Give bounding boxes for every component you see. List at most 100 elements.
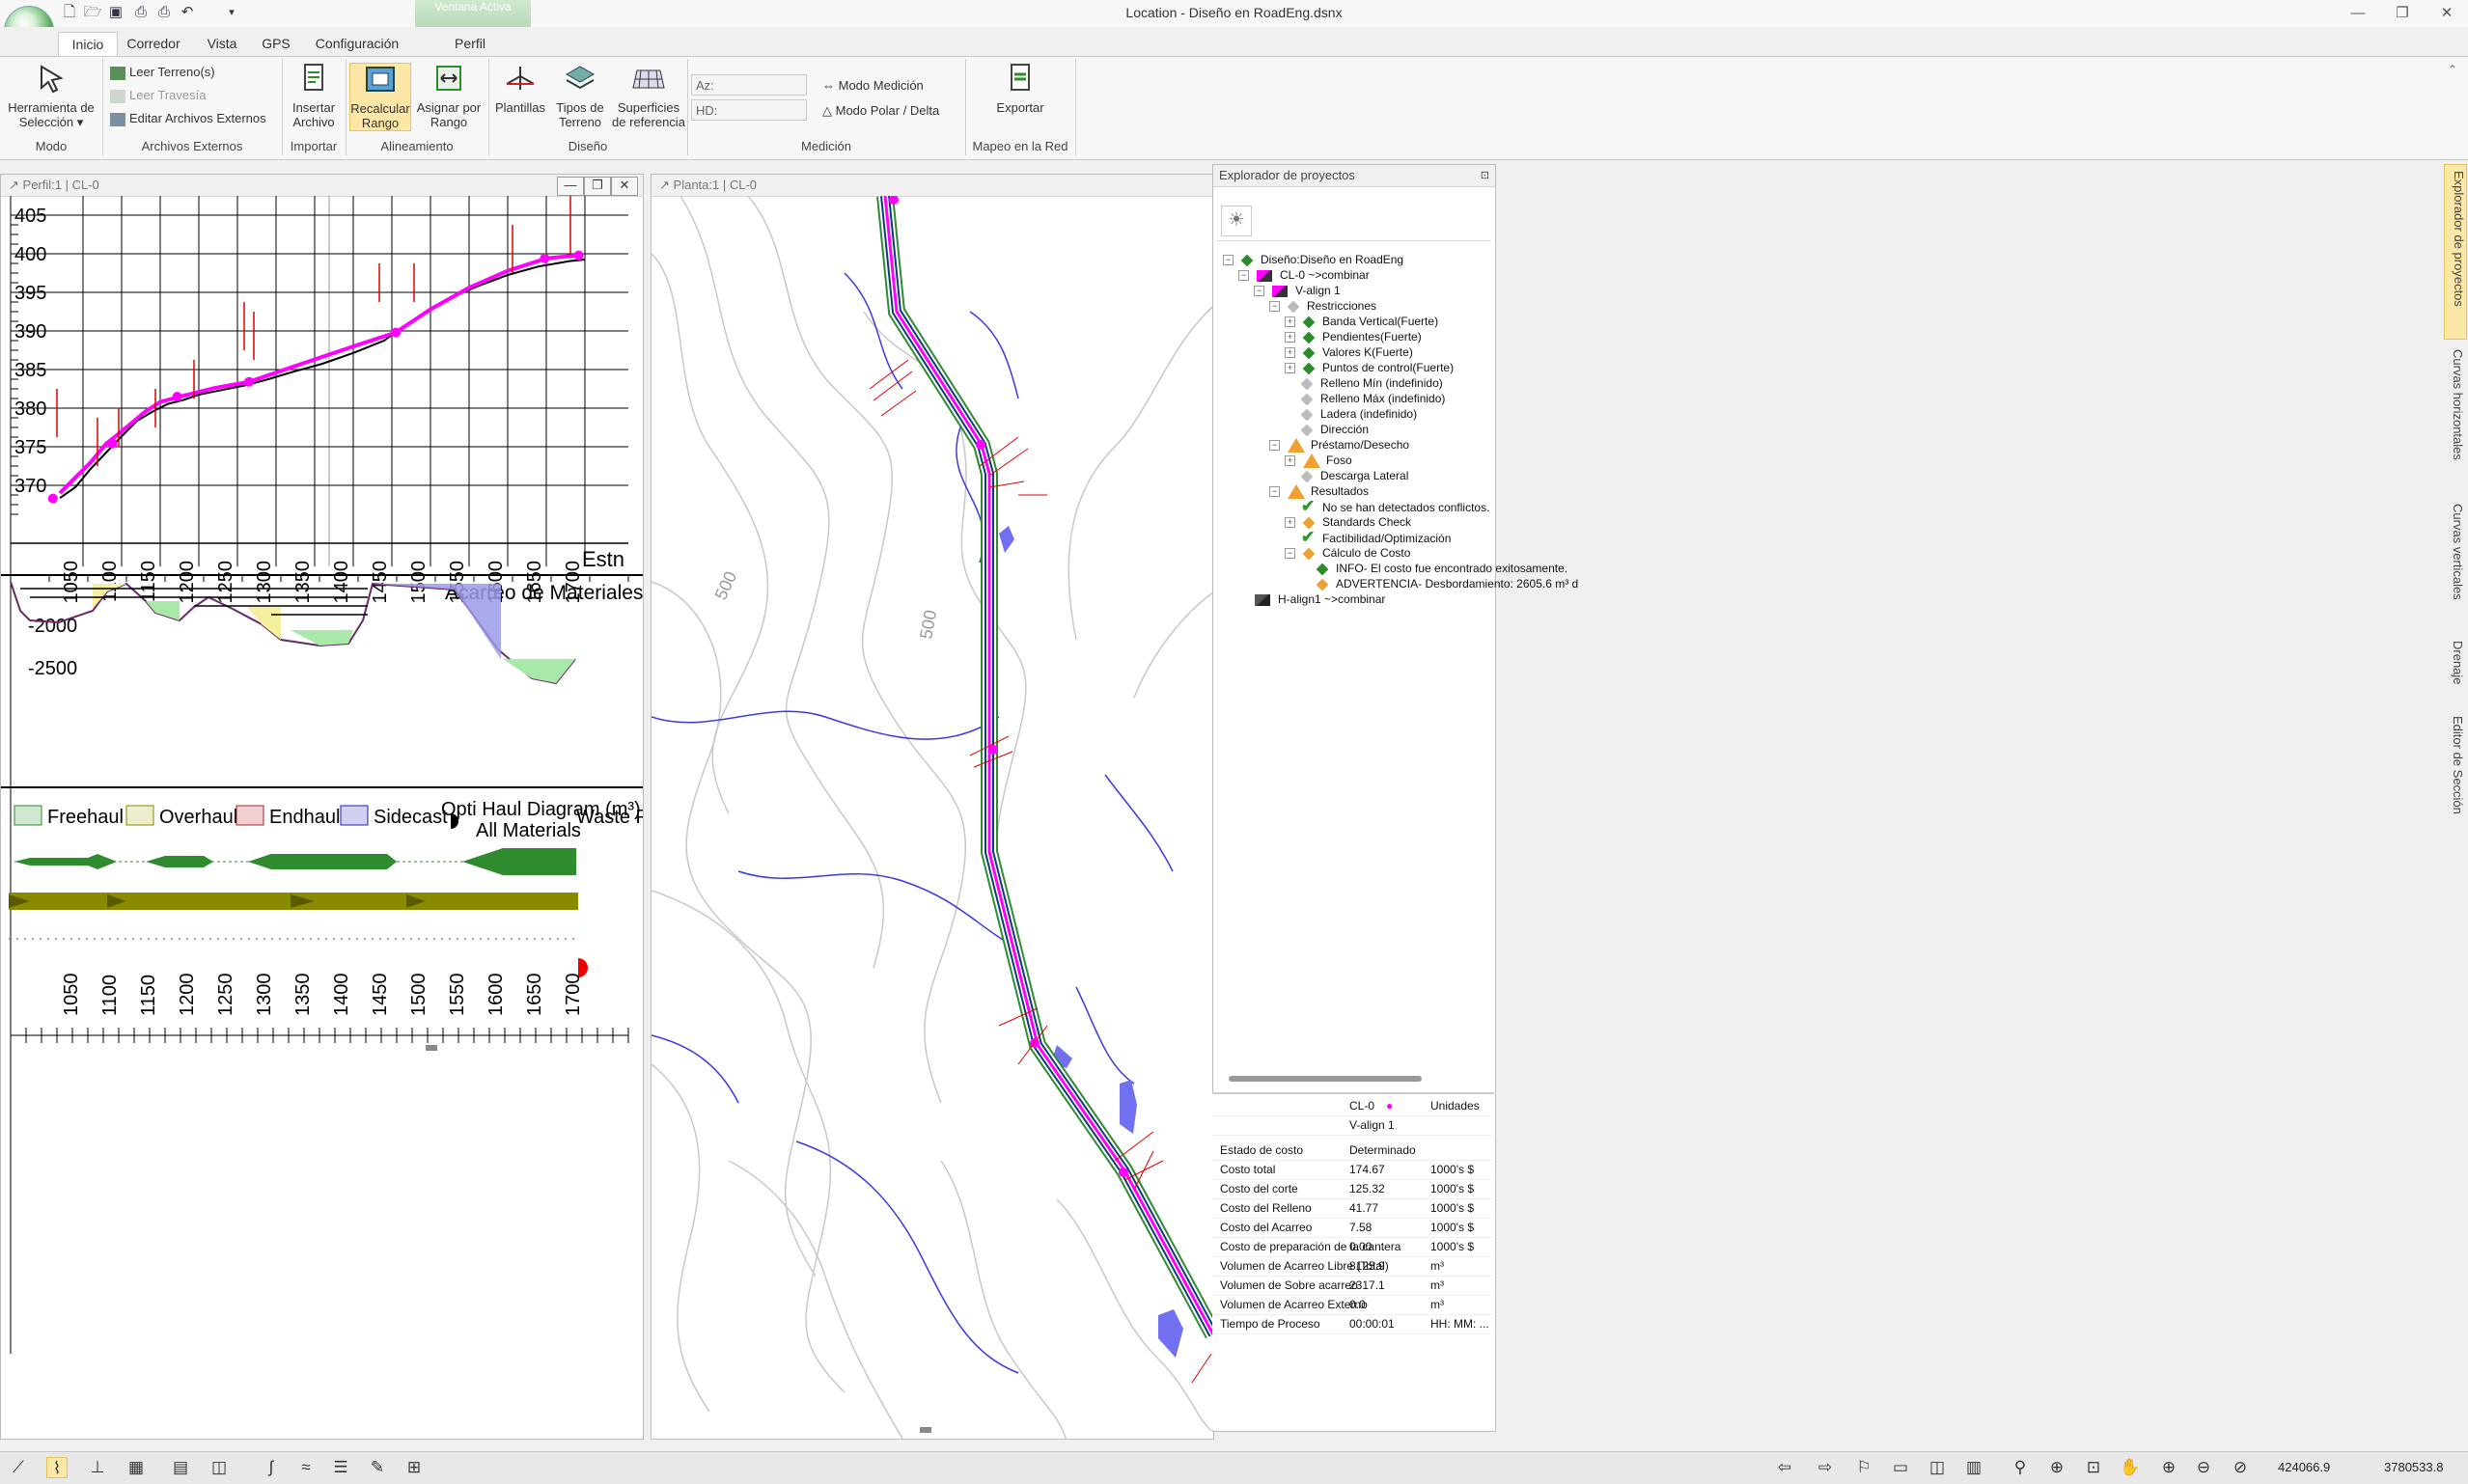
property-row[interactable]: Volumen de Sobre acarreo 2317.1 m³ xyxy=(1212,1276,1492,1296)
property-row[interactable]: Costo de preparación de la cantera 0.00 10… xyxy=(1212,1237,1492,1257)
new-file-icon[interactable]: 🗋 xyxy=(60,3,79,22)
explorer-hscroll[interactable] xyxy=(1229,1076,1422,1082)
insertar-archivo-button[interactable]: Insertar Archivo xyxy=(286,63,342,129)
restore-icon[interactable]: ❐ xyxy=(2380,0,2425,27)
tree-node[interactable]: ADVERTENCIA- Desbordamiento: 2605.6 m³ d xyxy=(1300,576,1578,591)
tree-node[interactable]: + Foso xyxy=(1285,453,1352,469)
profile-maximize-button[interactable]: ❐ xyxy=(584,177,611,196)
property-row[interactable]: Estado de costo Determinado xyxy=(1212,1140,1492,1161)
flag-icon[interactable]: ⚐ xyxy=(1853,1457,1874,1478)
zoom-extent-icon[interactable]: ⊕ xyxy=(2046,1457,2067,1478)
expand-icon[interactable]: + xyxy=(1285,347,1295,359)
print-preview-icon[interactable]: ⎙ xyxy=(154,3,174,22)
zoom-previous-icon[interactable]: ⊘ xyxy=(2230,1457,2251,1478)
tab-gps[interactable]: GPS xyxy=(253,32,299,55)
az-field[interactable]: Az: xyxy=(691,74,807,96)
cube-icon[interactable]: ◫ xyxy=(208,1457,230,1478)
collapse-icon[interactable]: − xyxy=(1254,286,1264,297)
vertical-pi-point[interactable] xyxy=(573,250,584,261)
tree-node[interactable]: Relleno Máx (indefinido) xyxy=(1285,391,1445,406)
layers-icon[interactable]: ▤ xyxy=(170,1457,191,1478)
plantillas-button[interactable]: Plantillas xyxy=(492,63,548,115)
modo-polar-button[interactable]: △ Modo Polar / Delta xyxy=(822,101,939,121)
tab-vista[interactable]: Vista xyxy=(193,32,251,55)
vertical-pi-point[interactable] xyxy=(47,493,58,504)
tree-node[interactable]: ✔ No se han detectados conflictos. xyxy=(1285,498,1489,515)
forward-icon[interactable]: ⇨ xyxy=(1815,1457,1836,1478)
exportar-button[interactable]: Exportar xyxy=(984,63,1056,115)
zoom-out-icon[interactable]: ⊖ xyxy=(2193,1457,2214,1478)
network-icon[interactable]: ⊞ xyxy=(403,1457,425,1478)
split-icon[interactable]: ◫ xyxy=(1927,1457,1948,1478)
undo-icon[interactable]: ↶ xyxy=(178,3,197,22)
section-tool-icon[interactable]: ⊥ xyxy=(87,1457,108,1478)
superficies-button[interactable]: Superficies de referencia xyxy=(612,63,685,129)
profile-chart[interactable]: 405 400 395 390 385 380 375 370 1050 1100 1150 120… xyxy=(1,196,643,1439)
plan-scroll-thumb[interactable] xyxy=(920,1427,931,1433)
grid-icon[interactable]: ▦ xyxy=(125,1457,147,1478)
tree-node[interactable]: H-align1 ~>combinar xyxy=(1238,591,1385,607)
modo-medicion-button[interactable]: ⇔ Modo Medición xyxy=(822,76,924,96)
profile-minimize-button[interactable]: — xyxy=(557,177,584,196)
collapse-ribbon-icon[interactable]: ⌃ xyxy=(2448,63,2457,76)
expand-icon[interactable]: + xyxy=(1285,455,1295,467)
tree-node[interactable]: − Cálculo de Costo xyxy=(1285,545,1410,561)
tipos-terreno-button[interactable]: Tipos de Terreno xyxy=(548,63,612,129)
collapse-icon[interactable]: − xyxy=(1269,301,1280,313)
tree-node[interactable]: + Puntos de control(Fuerte) xyxy=(1285,360,1454,375)
close-icon[interactable]: ✕ xyxy=(2425,0,2468,27)
profile-tool-icon[interactable]: ⌇ xyxy=(46,1457,68,1478)
tree-node[interactable]: − CL-0 ~>combinar xyxy=(1238,267,1370,283)
vertical-pi-point[interactable] xyxy=(172,392,182,401)
plan-window[interactable]: ↗ Planta:1 | CL-0 500 500 xyxy=(651,174,1214,1440)
leer-travesia-button[interactable]: Leer Travesía xyxy=(110,86,207,105)
recalcular-rango-button[interactable]: Recalcular Rango xyxy=(349,63,411,131)
sun-shade-icon[interactable]: ☀ xyxy=(1221,206,1252,236)
pan-hand-icon[interactable]: ✋ xyxy=(2120,1457,2141,1478)
save-icon[interactable]: ▣ xyxy=(106,3,125,22)
print-icon[interactable]: ⎙ xyxy=(131,3,151,22)
profile-window[interactable]: ↗ Perfil:1 | CL-0 — ❐ ✕ 405 400 395 390 385 3… xyxy=(0,174,644,1440)
minimize-icon[interactable]: — xyxy=(2336,0,2380,27)
tree-node[interactable]: Descarga Lateral xyxy=(1285,468,1408,483)
vertical-pi-point[interactable] xyxy=(540,253,550,263)
leer-terreno-button[interactable]: Leer Terreno(s) xyxy=(110,63,215,82)
tree-node[interactable]: Dirección xyxy=(1285,422,1369,437)
lock-icon[interactable]: ⊡ xyxy=(2083,1457,2104,1478)
selection-tool-button[interactable]: Herramienta de Selección ▾ xyxy=(6,63,97,129)
pencil-icon[interactable]: ✎ xyxy=(367,1457,388,1478)
sidetab-drenaje[interactable]: Drenaje xyxy=(2444,635,2465,702)
back-icon[interactable]: ⇦ xyxy=(1774,1457,1795,1478)
property-row[interactable]: Costo del Relleno 41.77 1000's $ xyxy=(1212,1198,1492,1219)
road-tool-icon[interactable]: ⟋ xyxy=(8,1457,29,1478)
sidetab-curvas-verticales[interactable]: Curvas verticales xyxy=(2444,498,2465,627)
property-row[interactable]: Volumen de Acarreo Externo 0.0 m³ xyxy=(1212,1295,1492,1315)
customize-toolbar-icon[interactable]: ▾ xyxy=(222,3,241,22)
tree-node[interactable]: Relleno Mín (indefinido) xyxy=(1285,375,1443,391)
wave-icon[interactable]: ≈ xyxy=(295,1457,317,1478)
tree-node[interactable]: INFO- El costo fue encontrado exitosamen… xyxy=(1300,561,1567,576)
project-tree[interactable]: − Diseño:Diseño en RoadEng − CL-0 ~>combina… xyxy=(1213,248,1578,1097)
open-folder-icon[interactable]: 🗁 xyxy=(83,3,102,22)
sidetab-editor-seccion[interactable]: Editor de Sección xyxy=(2444,710,2465,851)
tree-node[interactable]: ✔ Factibilidad/Optimización xyxy=(1285,529,1451,546)
editar-archivos-button[interactable]: Editar Archivos Externos xyxy=(110,109,266,128)
vertical-pi-point[interactable] xyxy=(391,327,401,338)
collapse-icon[interactable]: − xyxy=(1238,270,1249,282)
sidetab-explorador[interactable]: Explorador de proyectos xyxy=(2444,164,2467,340)
collapse-icon[interactable]: − xyxy=(1285,548,1295,560)
zoom-in-icon[interactable]: ⊕ xyxy=(2158,1457,2179,1478)
tree-node[interactable]: + Valores K(Fuerte) xyxy=(1285,344,1413,360)
expand-icon[interactable]: + xyxy=(1285,332,1295,344)
tree-node[interactable]: − Diseño:Diseño en RoadEng xyxy=(1223,252,1403,267)
expand-icon[interactable]: + xyxy=(1285,363,1295,374)
property-row[interactable]: Costo total 174.67 1000's $ xyxy=(1212,1160,1492,1180)
window-icon[interactable]: ▭ xyxy=(1890,1457,1911,1478)
tree-node[interactable]: − Restricciones xyxy=(1269,298,1376,314)
tree-node[interactable]: + Pendientes(Fuerte) xyxy=(1285,329,1422,344)
curve-icon[interactable]: ∫ xyxy=(261,1457,282,1478)
profile-scroll-thumb[interactable] xyxy=(426,1045,437,1051)
tree-node[interactable]: − V-align 1 xyxy=(1254,283,1341,298)
tab-perfil[interactable]: Perfil xyxy=(436,32,504,55)
collapse-icon[interactable]: − xyxy=(1269,440,1280,452)
